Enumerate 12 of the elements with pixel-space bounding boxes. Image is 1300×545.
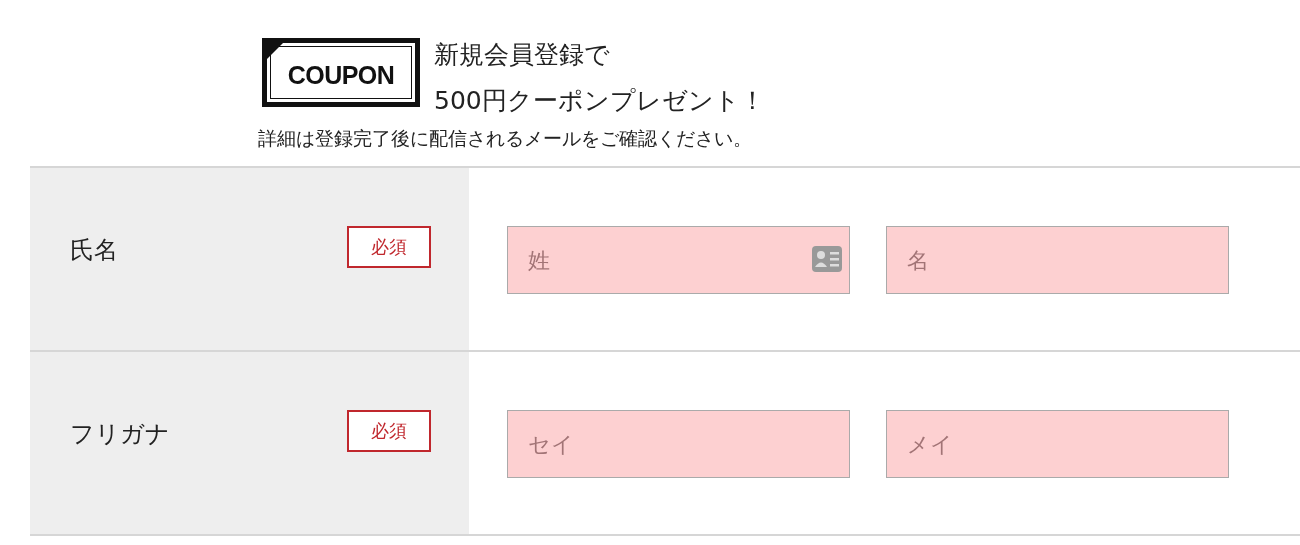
- coupon-badge: COUPON: [262, 38, 420, 107]
- headline: 新規会員登録で 500円クーポンプレゼント！: [434, 39, 765, 117]
- input-field[interactable]: メイ: [886, 410, 1229, 478]
- input-field[interactable]: 名: [886, 226, 1229, 294]
- field-label: 氏名: [70, 235, 118, 266]
- contact-card-icon[interactable]: [812, 246, 842, 272]
- required-tag: 必須: [347, 410, 431, 452]
- field-label: フリガナ: [70, 419, 170, 450]
- note-text: 詳細は登録完了後に配信されるメールをご確認ください。: [258, 126, 753, 151]
- required-tag: 必須: [347, 226, 431, 268]
- input-field[interactable]: セイ: [507, 410, 850, 478]
- input-field[interactable]: 姓: [507, 226, 850, 294]
